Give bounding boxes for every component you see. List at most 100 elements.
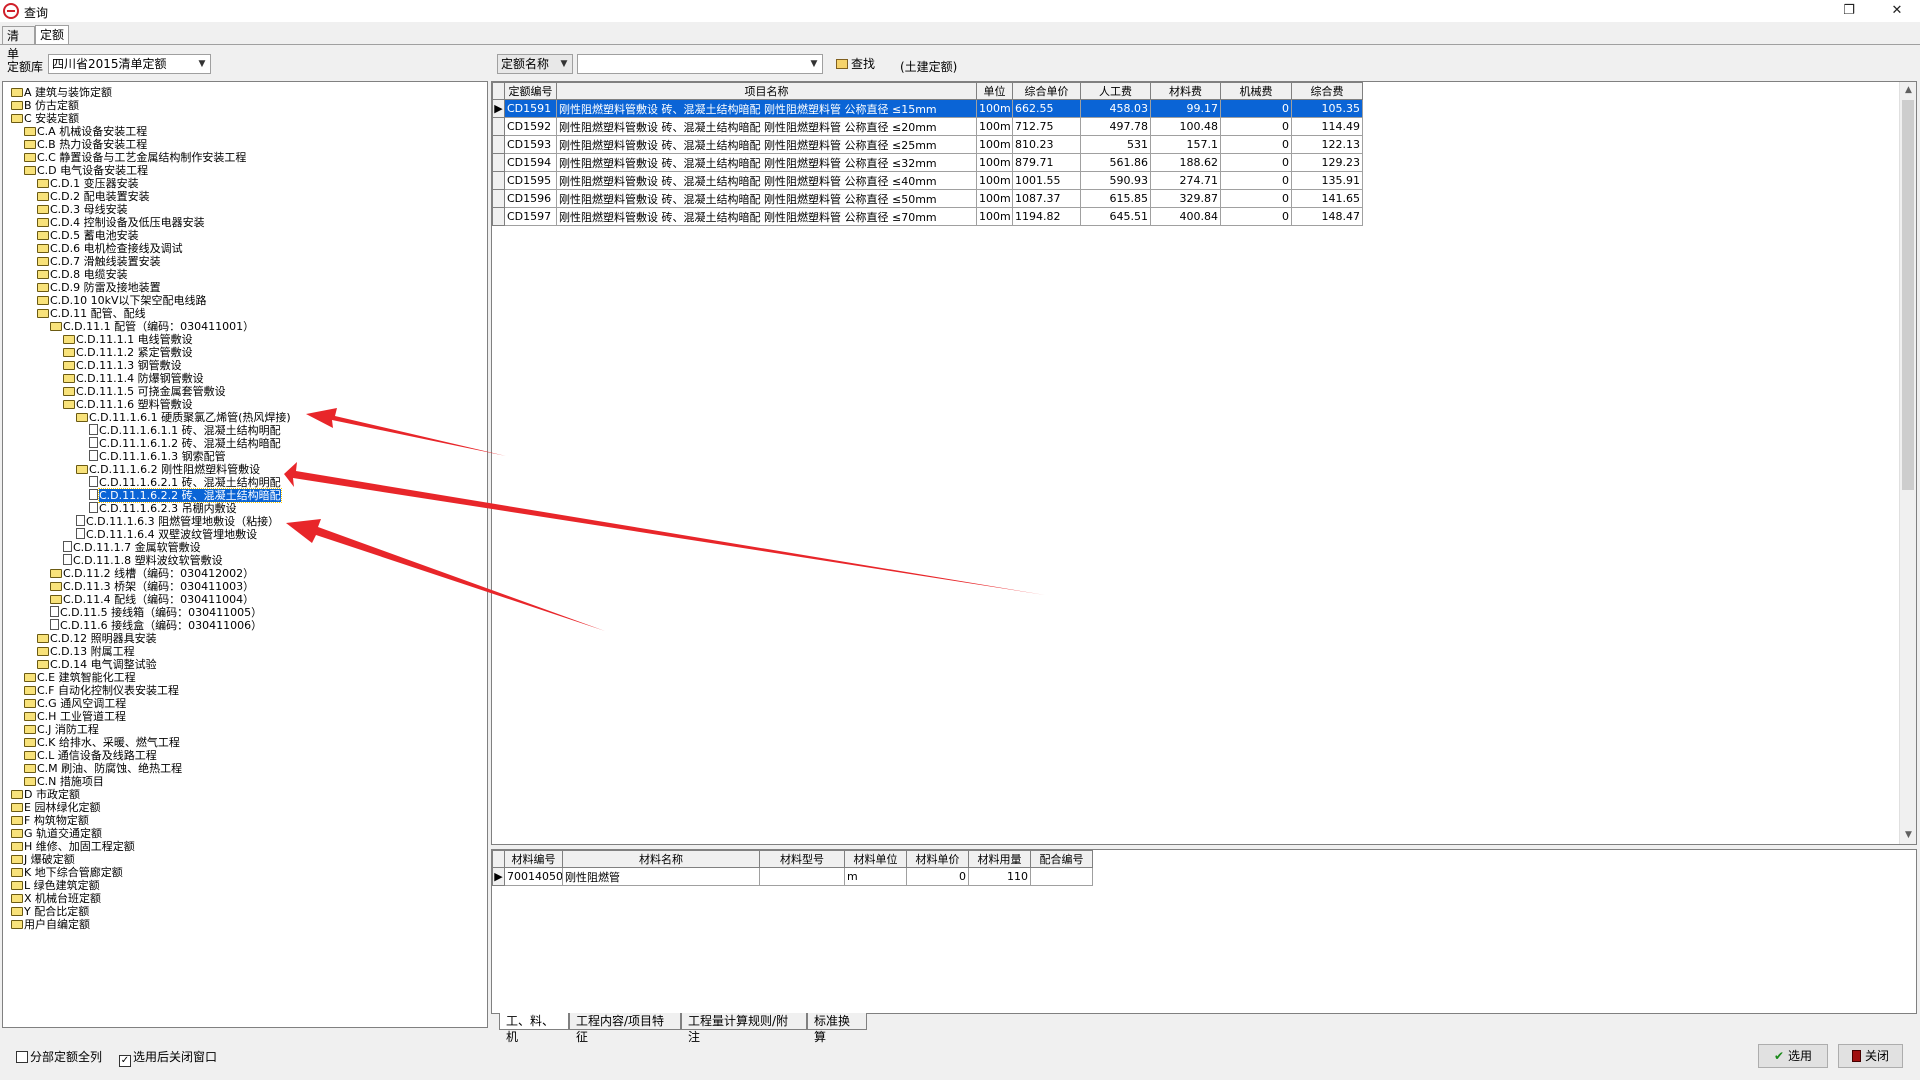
column-header[interactable]: 材料编号 — [504, 850, 563, 868]
tab-list[interactable]: 清单 — [2, 26, 35, 61]
tree-node[interactable]: F 构筑物定额 — [11, 814, 89, 827]
tree-node[interactable]: B 仿古定额 — [11, 99, 79, 112]
tree-node[interactable]: C.D.9 防雷及接地装置 — [37, 281, 161, 294]
tree-node[interactable]: D 市政定额 — [11, 788, 80, 801]
column-header[interactable]: 配合编号 — [1030, 850, 1093, 868]
quota-grid[interactable]: 定额编号 项目名称 单位 综合单价 人工费 材料费 机械费 综合费 ▶ CD1591 刚性阻燃塑料… — [491, 81, 1917, 845]
column-header[interactable]: 综合费 — [1291, 82, 1363, 100]
tree-node[interactable]: C.D.11.1.6.1 硬质聚氯乙烯管(热风焊接) — [76, 411, 291, 424]
tree-node[interactable]: C.D.11.1.6.2 刚性阻燃塑料管敷设 — [76, 463, 260, 476]
tree-node[interactable]: C.D.11.1.6.4 双壁波纹管埋地敷设 — [76, 528, 257, 541]
tree-node[interactable]: H 维修、加固工程定额 — [11, 840, 135, 853]
table-row[interactable]: CD1597 刚性阻燃塑料管敷设 砖、混凝土结构暗配 刚性阻燃塑料管 公称直径 ≤… — [492, 207, 1363, 226]
tree-node[interactable]: K 地下综合管廊定额 — [11, 866, 123, 879]
tree-node[interactable]: C.H 工业管道工程 — [24, 710, 126, 723]
quota-tree[interactable]: A 建筑与装饰定额 B 仿古定额 C 安装定额 C.A 机械设备安装工程 C.B 热力设… — [2, 81, 488, 1028]
tree-node[interactable]: C.D.11.1.6.2.1 砖、混凝土结构明配 — [89, 476, 281, 489]
tree-node[interactable]: C.D.11.1.7 金属软管敷设 — [63, 541, 201, 554]
tree-node[interactable]: C.D.11.1.6 塑料管敷设 — [63, 398, 193, 411]
checkbox-unchecked-icon[interactable] — [16, 1051, 28, 1063]
tab-labor-material-machine[interactable]: 工、料、机 — [499, 1013, 569, 1044]
tree-node[interactable]: C.D.14 电气调整试验 — [37, 658, 157, 671]
checkbox-close-after-select[interactable]: ✓ 选用后关闭窗口 — [119, 1048, 217, 1067]
material-grid[interactable]: 材料编号 材料名称 材料型号 材料单位 材料单价 材料用量 配合编号 ▶ 70014050 刚性… — [491, 849, 1917, 1014]
tree-node[interactable]: C.B 热力设备安装工程 — [24, 138, 147, 151]
tree-node[interactable]: C.E 建筑智能化工程 — [24, 671, 136, 684]
tree-node[interactable]: C.N 措施项目 — [24, 775, 104, 788]
tree-node[interactable]: C.D.11.1.6.1.2 砖、混凝土结构暗配 — [89, 437, 281, 450]
tree-node[interactable]: C.D.11.1.3 钢管敷设 — [63, 359, 182, 372]
tree-node[interactable]: C.C 静置设备与工艺金属结构制作安装工程 — [24, 151, 246, 164]
scroll-down-icon[interactable]: ▼ — [1900, 827, 1916, 844]
column-header[interactable]: 人工费 — [1080, 82, 1151, 100]
tree-node[interactable]: C.D.3 母线安装 — [37, 203, 128, 216]
table-row[interactable]: ▶ 70014050 刚性阻燃管 m 0 110 — [492, 867, 1093, 886]
close-window-button[interactable]: ✕ — [1874, 0, 1920, 22]
column-header[interactable]: 单位 — [976, 82, 1013, 100]
tree-node[interactable]: C.D.4 控制设备及低压电器安装 — [37, 216, 205, 229]
tree-node[interactable]: C.D.5 蓄电池安装 — [37, 229, 139, 242]
tree-node[interactable]: C.D.11.3 桥架（编码：030411003） — [50, 580, 254, 593]
tree-node[interactable]: C.D.12 照明器具安装 — [37, 632, 157, 645]
tree-node[interactable]: C.D.10 10kV以下架空配电线路 — [37, 294, 207, 307]
table-row[interactable]: CD1592 刚性阻燃塑料管敷设 砖、混凝土结构暗配 刚性阻燃塑料管 公称直径 ≤… — [492, 117, 1363, 136]
tree-node[interactable]: C.D.11.1.6.2.2 砖、混凝土结构暗配 — [89, 488, 282, 503]
tree-node[interactable]: C.D.1 变压器安装 — [37, 177, 139, 190]
tree-node[interactable]: C.D.11.6 接线盒（编码：030411006） — [50, 619, 262, 632]
tree-node[interactable]: X 机械台班定额 — [11, 892, 101, 905]
tree-node[interactable]: C.D.11.1.6.3 阻燃管埋地敷设（粘接） — [76, 515, 279, 528]
tree-node[interactable]: J 爆破定额 — [11, 853, 75, 866]
column-header[interactable]: 材料用量 — [968, 850, 1031, 868]
tree-node[interactable]: C.D.11.1 配管（编码：030411001） — [50, 320, 254, 333]
column-header[interactable]: 材料单位 — [844, 850, 907, 868]
tree-node[interactable]: C.G 通风空调工程 — [24, 697, 126, 710]
tree-node[interactable]: C.D 电气设备安装工程 — [24, 164, 148, 177]
tree-node[interactable]: C.D.11.1.5 可挠金属套管敷设 — [63, 385, 226, 398]
tree-node[interactable]: C.D.11.4 配线（编码：030411004） — [50, 593, 254, 606]
search-input[interactable]: ▼ — [577, 54, 823, 74]
tree-node[interactable]: C.D.11.1.2 紧定管敷设 — [63, 346, 193, 359]
tree-node[interactable]: C.K 给排水、采暖、燃气工程 — [24, 736, 180, 749]
tree-node[interactable]: C.D.11.1.4 防爆钢管敷设 — [63, 372, 204, 385]
table-row[interactable]: CD1594 刚性阻燃塑料管敷设 砖、混凝土结构暗配 刚性阻燃塑料管 公称直径 ≤… — [492, 153, 1363, 172]
column-header[interactable]: 项目名称 — [556, 82, 977, 100]
close-button[interactable]: 关闭 — [1838, 1044, 1903, 1068]
search-field-select[interactable]: 定额名称 ▼ — [497, 54, 573, 74]
tree-node[interactable]: C.D.11.2 线槽（编码：030412002） — [50, 567, 254, 580]
tree-node[interactable]: C.D.11.1.8 塑料波纹软管敷设 — [63, 554, 223, 567]
tree-node[interactable]: E 园林绿化定额 — [11, 801, 100, 814]
scroll-thumb[interactable] — [1902, 100, 1914, 490]
checkbox-list-all[interactable]: 分部定额全列 — [16, 1048, 102, 1065]
column-header[interactable]: 综合单价 — [1012, 82, 1081, 100]
scroll-up-icon[interactable]: ▲ — [1900, 82, 1916, 99]
find-button[interactable]: 查找 — [836, 55, 875, 73]
tab-standard-conversion[interactable]: 标准换算 — [807, 1013, 867, 1044]
tab-work-content[interactable]: 工程内容/项目特征 — [569, 1013, 681, 1044]
column-header[interactable]: 定额编号 — [504, 82, 557, 100]
table-row[interactable]: CD1595 刚性阻燃塑料管敷设 砖、混凝土结构暗配 刚性阻燃塑料管 公称直径 ≤… — [492, 171, 1363, 190]
column-header[interactable]: 材料费 — [1150, 82, 1221, 100]
tab-calc-rules[interactable]: 工程量计算规则/附注 — [681, 1013, 807, 1044]
tree-node[interactable]: C.D.7 滑触线装置安装 — [37, 255, 161, 268]
column-header[interactable]: 机械费 — [1220, 82, 1292, 100]
tree-node[interactable]: C.J 消防工程 — [24, 723, 99, 736]
tree-node[interactable]: C.D.11.1.6.1.3 钢索配管 — [89, 450, 226, 463]
tree-node[interactable]: C.D.13 附属工程 — [37, 645, 135, 658]
tree-node[interactable]: 用户自编定额 — [11, 918, 90, 931]
column-header[interactable]: 材料单价 — [906, 850, 969, 868]
tree-node[interactable]: C.D.11.1.1 电线管敷设 — [63, 333, 193, 346]
column-header[interactable]: 材料型号 — [759, 850, 845, 868]
tree-node[interactable]: Y 配合比定额 — [11, 905, 89, 918]
select-button[interactable]: ✔ 选用 — [1758, 1044, 1828, 1068]
tree-node[interactable]: C.A 机械设备安装工程 — [24, 125, 147, 138]
table-row[interactable]: ▶ CD1591 刚性阻燃塑料管敷设 砖、混凝土结构暗配 刚性阻燃塑料管 公称直径 … — [492, 99, 1363, 118]
tab-quota[interactable]: 定额 — [35, 25, 69, 45]
restore-button[interactable]: ❐ — [1826, 0, 1872, 22]
column-header[interactable]: 材料名称 — [562, 850, 760, 868]
tree-node[interactable]: G 轨道交通定额 — [11, 827, 102, 840]
tree-node[interactable]: C.D.11.1.6.1.1 砖、混凝土结构明配 — [89, 424, 281, 437]
tree-node[interactable]: C.D.11.5 接线箱（编码：030411005） — [50, 606, 262, 619]
tree-node[interactable]: C.D.11.1.6.2.3 吊棚内敷设 — [89, 502, 237, 515]
tree-node[interactable]: C.D.11 配管、配线 — [37, 307, 146, 320]
tree-node[interactable]: C.D.2 配电装置安装 — [37, 190, 150, 203]
